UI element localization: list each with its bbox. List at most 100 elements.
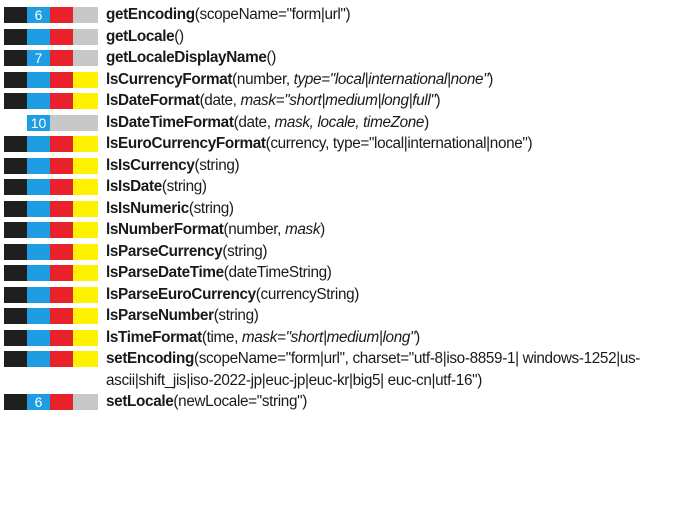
compat-segment-yellow <box>73 222 98 238</box>
function-params: ) <box>320 221 325 238</box>
compatibility-bar <box>4 28 98 45</box>
function-name: getEncoding <box>106 6 195 23</box>
compat-segment-black <box>4 394 27 410</box>
function-name: lsParseNumber <box>106 307 214 324</box>
compat-segment-yellow <box>73 265 98 281</box>
compat-segment-red <box>50 157 73 174</box>
function-signature: lsTimeFormat(time, mask="short|medium|lo… <box>106 327 681 349</box>
function-signature: getEncoding(scopeName="form|url") <box>106 4 681 26</box>
function-name: getLocaleDisplayName <box>106 49 267 66</box>
function-row: lsParseNumber(string) <box>0 305 681 327</box>
function-params: ) <box>415 328 420 346</box>
compat-segment-blue <box>27 308 50 324</box>
function-params: mask, locale, timeZone <box>274 113 425 131</box>
compat-segment-yellow <box>73 308 98 324</box>
compatibility-bar <box>4 222 98 238</box>
compat-segment-black <box>4 222 27 238</box>
compatibility-bar: 7 <box>4 50 98 66</box>
function-params: (currency, type="local|international|non… <box>265 135 533 152</box>
function-signature: lsIsCurrency(string) <box>106 155 681 177</box>
compat-segment-yellow <box>73 243 98 260</box>
compat-segment-red <box>50 222 73 238</box>
compat-segment-red <box>50 265 73 281</box>
compatibility-bar <box>4 243 98 260</box>
compat-segment-red <box>50 71 73 88</box>
compat-segment-red <box>50 308 73 324</box>
compat-segment-blue <box>27 351 50 367</box>
compat-segment-yellow <box>73 329 98 346</box>
function-signature: getLocaleDisplayName() <box>106 47 681 69</box>
compat-segment-yellow <box>73 114 98 131</box>
compatibility-bar <box>4 286 98 303</box>
compat-segment-black <box>4 28 27 45</box>
compat-segment-blue <box>27 157 50 174</box>
function-row: lsIsDate(string) <box>0 176 681 198</box>
function-row: lsNumberFormat(number, mask) <box>0 219 681 241</box>
function-params: (date, <box>233 113 275 131</box>
compat-segment-blue: 10 <box>27 114 50 131</box>
function-row: 6 setLocale(newLocale="string") <box>0 391 681 413</box>
compatibility-bar <box>4 136 98 152</box>
compat-segment-black <box>4 7 27 23</box>
compat-segment-yellow <box>73 200 98 217</box>
compat-segment-yellow <box>73 7 98 23</box>
function-params: (newLocale="string") <box>173 393 307 410</box>
compat-segment-black <box>4 93 27 109</box>
compat-segment-red <box>50 351 73 367</box>
compat-segment-black <box>4 50 27 66</box>
compatibility-bar <box>4 265 98 281</box>
function-name: lsParseEuroCurrency <box>106 285 256 303</box>
function-params: (currencyString) <box>255 285 360 303</box>
compat-segment-yellow <box>73 394 98 410</box>
function-params: (number, <box>223 221 285 238</box>
function-name: lsDateFormat <box>106 92 200 109</box>
function-row: setEncoding(scopeName="form|url", charse… <box>0 348 681 391</box>
function-params: (string) <box>161 178 207 195</box>
function-name: lsIsDate <box>106 178 162 195</box>
compat-segment-blue <box>27 136 50 152</box>
function-signature: lsIsNumeric(string) <box>106 198 681 220</box>
function-params: (scopeName="form|url") <box>194 6 351 23</box>
function-signature: setLocale(newLocale="string") <box>106 391 681 413</box>
compat-segment-yellow <box>73 93 98 109</box>
function-name: lsIsNumeric <box>106 199 189 217</box>
function-row: lsCurrencyFormat(number, type="local|int… <box>0 69 681 91</box>
compat-segment-blue <box>27 93 50 109</box>
compat-segment-black <box>4 243 27 260</box>
compat-segment-yellow <box>73 179 98 195</box>
function-signature: lsIsDate(string) <box>106 176 681 198</box>
compatibility-bar: 6 <box>4 7 98 23</box>
function-name: setLocale <box>106 393 174 410</box>
function-signature: lsParseNumber(string) <box>106 305 681 327</box>
compat-segment-blue <box>27 329 50 346</box>
function-params: (string) <box>213 307 259 324</box>
function-params: ) <box>435 92 441 109</box>
compat-segment-red <box>50 50 73 66</box>
function-signature: lsParseCurrency(string) <box>106 241 681 263</box>
compat-segment-red <box>50 114 73 131</box>
function-row: lsParseCurrency(string) <box>0 241 681 263</box>
compatibility-bar <box>4 71 98 88</box>
compat-segment-blue <box>27 222 50 238</box>
function-row: lsEuroCurrencyFormat(currency, type="loc… <box>0 133 681 155</box>
compatibility-bar <box>4 351 98 367</box>
compatibility-bar: 10 <box>4 114 98 131</box>
function-params: (time, <box>201 328 242 346</box>
compatibility-bar <box>4 329 98 346</box>
function-row: lsParseEuroCurrency(currencyString) <box>0 284 681 306</box>
function-row: lsDateFormat(date, mask="short|medium|lo… <box>0 90 681 112</box>
function-name: lsNumberFormat <box>106 221 224 238</box>
compat-segment-yellow <box>73 71 98 88</box>
compat-segment-black <box>4 286 27 303</box>
compatibility-bar <box>4 93 98 109</box>
function-row: getLocale() <box>0 26 681 48</box>
compatibility-bar <box>4 157 98 174</box>
compat-segment-blue <box>27 71 50 88</box>
function-name: getLocale <box>106 27 175 45</box>
function-params: (date, <box>199 92 241 109</box>
function-row: lsParseDateTime(dateTimeString) <box>0 262 681 284</box>
compatibility-bar <box>4 200 98 217</box>
function-name: lsCurrencyFormat <box>106 70 233 88</box>
compat-segment-black <box>4 136 27 152</box>
compat-segment-blue <box>27 243 50 260</box>
